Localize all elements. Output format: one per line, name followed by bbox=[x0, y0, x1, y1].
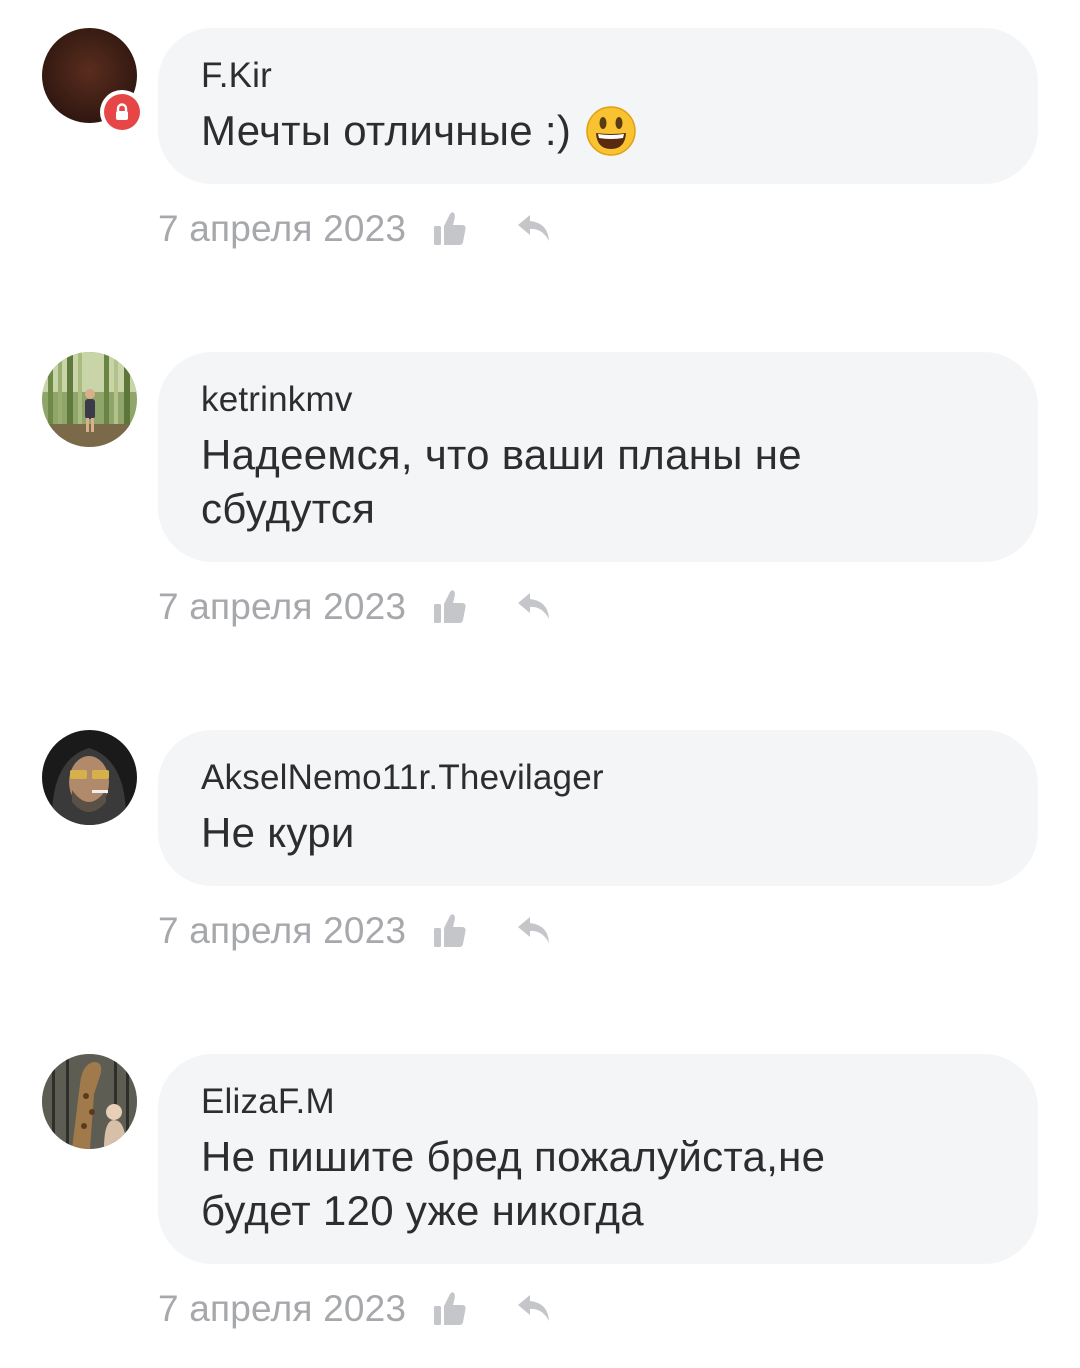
comment-meta: 7 апреля 2023 bbox=[158, 582, 554, 632]
reply-button[interactable] bbox=[514, 587, 554, 627]
comment-date: 7 апреля 2023 bbox=[158, 586, 407, 627]
avatar[interactable] bbox=[42, 1054, 137, 1149]
reply-button[interactable] bbox=[514, 209, 554, 249]
like-button[interactable] bbox=[432, 1289, 468, 1329]
thumbs-up-icon bbox=[434, 914, 466, 947]
comment-date: 7 апреля 2023 bbox=[158, 1288, 407, 1329]
comment-text: Надеемся, что ваши планы не сбудутся bbox=[201, 431, 802, 532]
comment-text: Не пишите бред пожалуйста,не будет 120 у… bbox=[201, 1133, 826, 1234]
thumbs-up-icon bbox=[434, 212, 466, 245]
comment-date: 7 апреля 2023 bbox=[158, 208, 407, 249]
lock-badge bbox=[100, 90, 144, 134]
comment-text: Не кури bbox=[201, 809, 355, 856]
reply-arrow-icon bbox=[518, 593, 550, 619]
comment-meta: 7 апреля 2023 bbox=[158, 204, 554, 254]
reply-arrow-icon bbox=[518, 917, 550, 943]
comment-bubble: ElizaF.M Не пишите бред пожалуйста,не бу… bbox=[158, 1054, 1038, 1264]
smiley-emoji-icon bbox=[585, 105, 637, 157]
comment-meta: 7 апреля 2023 bbox=[158, 1284, 554, 1334]
avatar[interactable] bbox=[42, 730, 137, 825]
comment-bubble: F.Kir Мечты отличные :) bbox=[158, 28, 1038, 184]
reply-arrow-icon bbox=[518, 1295, 550, 1321]
comment-author[interactable]: F.Kir bbox=[201, 54, 996, 98]
thumbs-up-icon bbox=[434, 590, 466, 623]
avatar[interactable] bbox=[42, 352, 137, 447]
lock-icon bbox=[116, 103, 128, 120]
comment-author[interactable]: ketrinkmv bbox=[201, 378, 996, 422]
comment-bubble: ketrinkmv Надеемся, что ваши планы не сб… bbox=[158, 352, 1038, 562]
reply-button[interactable] bbox=[514, 911, 554, 951]
like-button[interactable] bbox=[432, 209, 468, 249]
comment-text: Мечты отличные :) bbox=[201, 107, 572, 154]
comment-date: 7 апреля 2023 bbox=[158, 910, 407, 951]
comment-text-row: Мечты отличные :) bbox=[201, 104, 996, 158]
comment-meta: 7 апреля 2023 bbox=[158, 906, 554, 956]
like-button[interactable] bbox=[432, 911, 468, 951]
comment-bubble: AkselNemo11r.Thevilager Не кури bbox=[158, 730, 1038, 886]
reply-button[interactable] bbox=[514, 1289, 554, 1329]
like-button[interactable] bbox=[432, 587, 468, 627]
comment-author[interactable]: AkselNemo11r.Thevilager bbox=[201, 756, 996, 800]
comment-author[interactable]: ElizaF.M bbox=[201, 1080, 996, 1124]
reply-arrow-icon bbox=[518, 215, 550, 241]
thumbs-up-icon bbox=[434, 1292, 466, 1325]
